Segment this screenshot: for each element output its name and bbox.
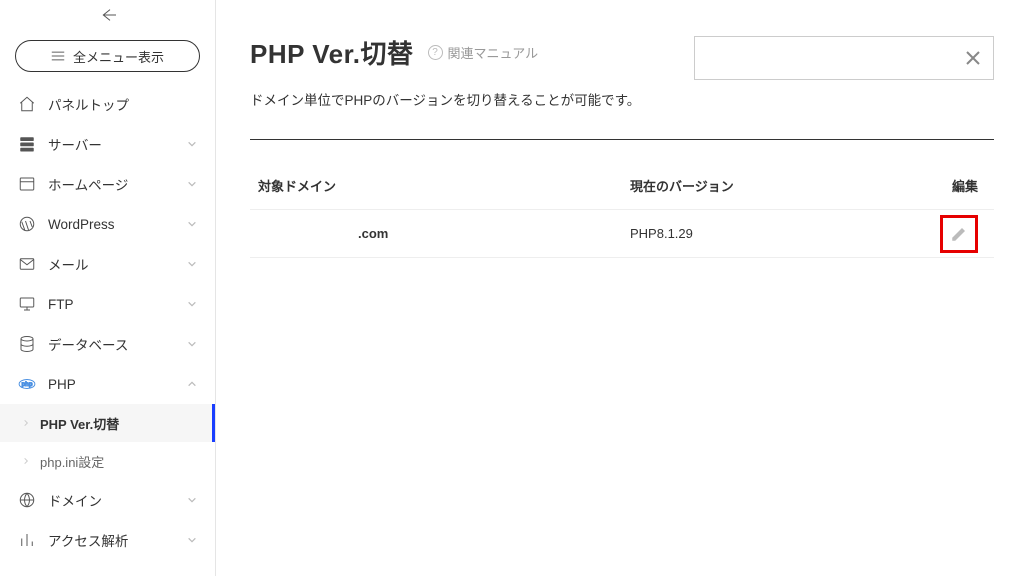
monitor-icon bbox=[18, 295, 36, 313]
chevron-down-icon bbox=[187, 535, 197, 545]
chevron-down-icon bbox=[187, 139, 197, 149]
sidebar-item-label: WordPress bbox=[48, 217, 115, 232]
cell-version: PHP8.1.29 bbox=[630, 226, 930, 241]
mail-icon bbox=[18, 255, 36, 273]
sidebar-item-server[interactable]: サーバー bbox=[0, 124, 215, 164]
sidebar-sub-label: php.ini設定 bbox=[40, 452, 104, 471]
sidebar-item-php[interactable]: php PHP bbox=[0, 364, 215, 404]
sidebar-item-mail[interactable]: メール bbox=[0, 244, 215, 284]
sidebar-item-analytics[interactable]: アクセス解析 bbox=[0, 520, 215, 560]
chevron-down-icon bbox=[187, 219, 197, 229]
col-header-domain: 対象ドメイン bbox=[250, 176, 630, 195]
all-menu-button[interactable]: 全メニュー表示 bbox=[15, 40, 200, 72]
sidebar-item-label: データベース bbox=[48, 334, 128, 354]
chart-icon bbox=[18, 531, 36, 549]
chevron-up-icon bbox=[187, 379, 197, 389]
all-menu-label: 全メニュー表示 bbox=[73, 47, 164, 66]
page-title: PHP Ver.切替 bbox=[250, 34, 414, 71]
sidebar: 全メニュー表示 パネルトップ サーバー ホームページ WordPress bbox=[0, 0, 216, 576]
back-arrow-icon[interactable] bbox=[100, 7, 116, 23]
hamburger-icon bbox=[51, 50, 65, 62]
globe-icon bbox=[18, 491, 36, 509]
php-icon: php bbox=[18, 375, 36, 393]
sidebar-item-ftp[interactable]: FTP bbox=[0, 284, 215, 324]
chevron-down-icon bbox=[187, 299, 197, 309]
col-header-edit: 編集 bbox=[930, 176, 994, 195]
sidebar-item-homepage[interactable]: ホームページ bbox=[0, 164, 215, 204]
chevron-down-icon bbox=[187, 339, 197, 349]
chevron-down-icon bbox=[187, 259, 197, 269]
sidebar-item-label: パネルトップ bbox=[48, 94, 129, 114]
sidebar-item-label: メール bbox=[48, 254, 89, 274]
sidebar-item-database[interactable]: データベース bbox=[0, 324, 215, 364]
home-icon bbox=[18, 95, 36, 113]
sidebar-item-label: ドメイン bbox=[48, 490, 102, 510]
sidebar-sub-php-ver[interactable]: PHP Ver.切替 bbox=[0, 404, 215, 442]
sidebar-sub-php-ini[interactable]: php.ini設定 bbox=[0, 442, 215, 480]
wordpress-icon bbox=[18, 215, 36, 233]
table-row: .com PHP8.1.29 bbox=[250, 210, 994, 258]
chevron-right-icon bbox=[22, 457, 30, 465]
close-icon[interactable] bbox=[965, 50, 981, 66]
table-header: 対象ドメイン 現在のバージョン 編集 bbox=[250, 162, 994, 210]
edit-button[interactable] bbox=[940, 215, 978, 253]
server-icon bbox=[18, 135, 36, 153]
page-description: ドメイン単位でPHPのバージョンを切り替えることが可能です。 bbox=[250, 89, 994, 109]
sidebar-item-label: アクセス解析 bbox=[48, 530, 128, 550]
pencil-icon bbox=[950, 225, 968, 243]
sidebar-item-wordpress[interactable]: WordPress bbox=[0, 204, 215, 244]
sidebar-item-label: PHP bbox=[48, 377, 76, 392]
chevron-right-icon bbox=[22, 419, 30, 427]
sidebar-item-domain[interactable]: ドメイン bbox=[0, 480, 215, 520]
chevron-down-icon bbox=[187, 495, 197, 505]
col-header-version: 現在のバージョン bbox=[630, 176, 930, 195]
manual-link[interactable]: ? 関連マニュアル bbox=[428, 43, 539, 62]
sidebar-item-label: FTP bbox=[48, 297, 74, 312]
svg-text:php: php bbox=[22, 382, 33, 388]
manual-link-label: 関連マニュアル bbox=[448, 43, 539, 62]
help-icon: ? bbox=[428, 45, 443, 60]
php-version-table: 対象ドメイン 現在のバージョン 編集 .com PHP8.1.29 bbox=[250, 162, 994, 258]
sidebar-item-label: ホームページ bbox=[48, 174, 128, 194]
sidebar-sub-label: PHP Ver.切替 bbox=[40, 414, 119, 433]
chevron-down-icon bbox=[187, 179, 197, 189]
search-box[interactable] bbox=[694, 36, 994, 80]
main-content: PHP Ver.切替 ? 関連マニュアル ドメイン単位でPHPのバージョンを切り… bbox=[216, 0, 1024, 576]
sidebar-item-panel-top[interactable]: パネルトップ bbox=[0, 84, 215, 124]
database-icon bbox=[18, 335, 36, 353]
window-icon bbox=[18, 175, 36, 193]
cell-domain: .com bbox=[250, 226, 630, 241]
sidebar-item-label: サーバー bbox=[48, 134, 102, 154]
divider bbox=[250, 139, 994, 140]
